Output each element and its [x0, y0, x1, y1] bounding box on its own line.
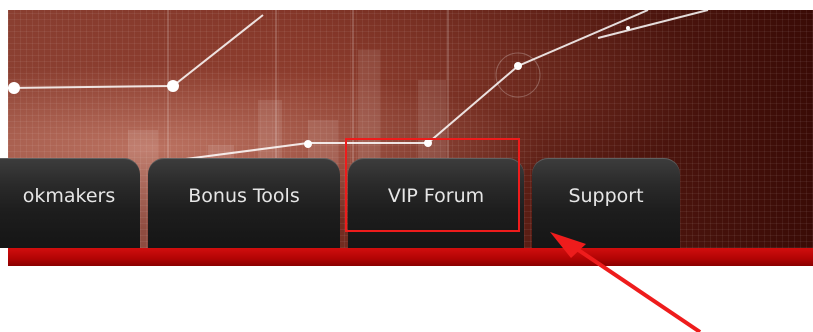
annotation-arrow	[550, 232, 702, 332]
